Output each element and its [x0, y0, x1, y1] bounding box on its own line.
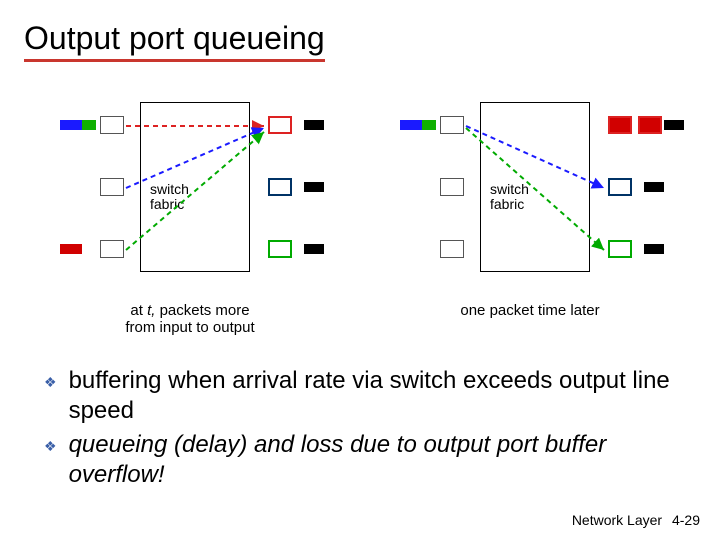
input-packet-blue	[400, 120, 422, 130]
bullet-text: queueing (delay) and loss due to output …	[69, 430, 696, 490]
input-slot-1	[440, 116, 464, 134]
output-line-3	[304, 244, 324, 254]
slide-title: Output port queueing	[24, 20, 325, 62]
captions-row: at t, packets more from input to output …	[24, 296, 696, 336]
caption-right: one packet time later	[400, 302, 660, 336]
input-packet-green	[422, 120, 436, 130]
output-slot-1	[268, 116, 292, 134]
bullet-text: buffering when arrival rate via switch e…	[69, 366, 696, 426]
output-slot-2	[268, 178, 292, 196]
input-slot-1	[100, 116, 124, 134]
output-slot-3	[608, 240, 632, 258]
output-queued-packet	[638, 116, 662, 134]
bullet-item-1: ❖ buffering when arrival rate via switch…	[44, 366, 696, 426]
output-line-3	[644, 244, 664, 254]
bullet-list: ❖ buffering when arrival rate via switch…	[24, 366, 696, 490]
caption-left: at t, packets more from input to output	[60, 302, 320, 336]
output-line-1	[664, 120, 684, 130]
output-slot-3	[268, 240, 292, 258]
input-packet-red	[60, 244, 82, 254]
bullet-icon: ❖	[44, 438, 57, 456]
bullet-icon: ❖	[44, 374, 57, 392]
switch-fabric-label: switch fabric	[490, 182, 529, 213]
footer-page: 4-29	[672, 512, 700, 528]
input-slot-3	[100, 240, 124, 258]
diagram-right: switch fabric	[400, 102, 660, 282]
output-slot-2	[608, 178, 632, 196]
input-packet-blue	[60, 120, 82, 130]
bullet-item-2: ❖ queueing (delay) and loss due to outpu…	[44, 430, 696, 490]
input-slot-3	[440, 240, 464, 258]
input-slot-2	[100, 178, 124, 196]
input-packet-green	[82, 120, 96, 130]
caption-left-prefix: at	[130, 302, 147, 319]
output-line-2	[304, 182, 324, 192]
output-line-2	[644, 182, 664, 192]
output-line-1	[304, 120, 324, 130]
diagrams-row: switch fabric	[24, 102, 696, 282]
diagram-left: switch fabric	[60, 102, 320, 282]
footer-section: Network Layer	[572, 512, 662, 528]
input-slot-2	[440, 178, 464, 196]
switch-fabric-label: switch fabric	[150, 182, 189, 213]
footer: Network Layer 4-29	[572, 512, 700, 528]
output-slot-1-filled	[608, 116, 632, 134]
